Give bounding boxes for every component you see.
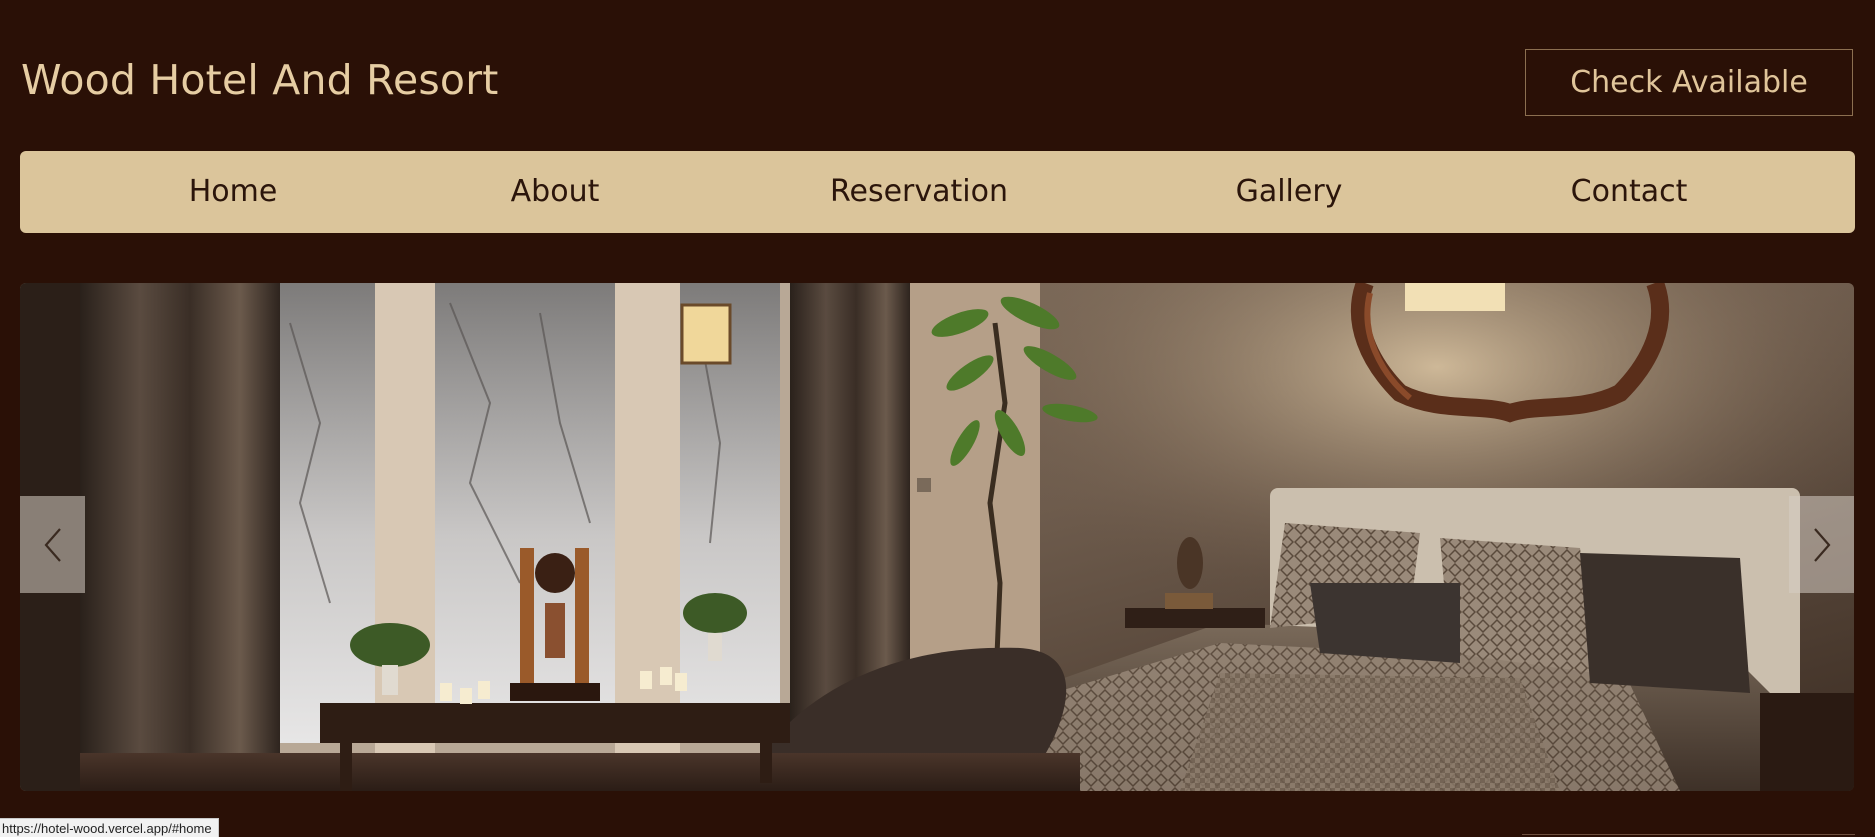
nav-item-about[interactable]: About bbox=[511, 151, 600, 233]
carousel-prev-button[interactable] bbox=[20, 496, 85, 593]
nav-item-contact[interactable]: Contact bbox=[1571, 151, 1688, 233]
site-header: Wood Hotel And Resort Check Available bbox=[0, 0, 1875, 150]
hero-carousel bbox=[20, 283, 1854, 791]
page: Wood Hotel And Resort Check Available Ho… bbox=[0, 0, 1875, 837]
brand-title[interactable]: Wood Hotel And Resort bbox=[21, 56, 499, 104]
check-available-button[interactable]: Check Available bbox=[1525, 49, 1853, 116]
section-divider bbox=[1522, 834, 1855, 835]
main-nav: Home About Reservation Gallery Contact bbox=[20, 151, 1855, 233]
hotel-bedroom-photo bbox=[20, 283, 1854, 791]
chevron-right-icon bbox=[1813, 527, 1830, 562]
nav-item-gallery[interactable]: Gallery bbox=[1236, 151, 1343, 233]
chevron-left-icon bbox=[44, 527, 61, 562]
status-bar-url: https://hotel-wood.vercel.app/#home bbox=[0, 818, 219, 837]
nav-item-reservation[interactable]: Reservation bbox=[830, 151, 1008, 233]
carousel-next-button[interactable] bbox=[1789, 496, 1854, 593]
nav-item-home[interactable]: Home bbox=[189, 151, 278, 233]
